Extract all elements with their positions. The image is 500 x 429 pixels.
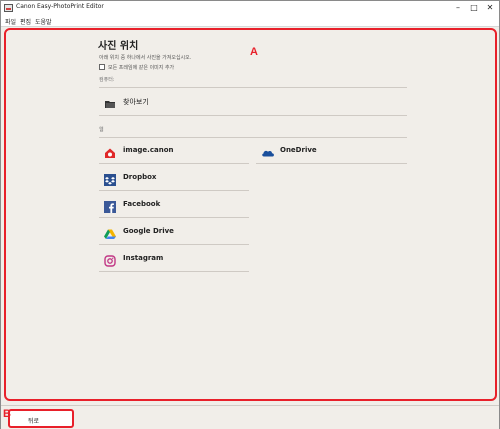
service-google-drive[interactable]: Google Drive bbox=[99, 221, 249, 243]
google-drive-icon bbox=[104, 225, 116, 239]
page-title: 사진 위치 bbox=[98, 41, 139, 52]
instagram-icon bbox=[104, 252, 116, 267]
service-onedrive[interactable]: OneDrive bbox=[256, 140, 407, 162]
app-icon bbox=[4, 4, 13, 12]
service-label: image.canon bbox=[123, 146, 174, 154]
divider bbox=[99, 163, 249, 164]
divider bbox=[99, 190, 249, 191]
close-icon[interactable]: ✕ bbox=[484, 2, 496, 14]
page-subtitle: 아래 위치 중 하나에서 사진을 가져오십시오. bbox=[99, 55, 192, 61]
divider bbox=[99, 271, 249, 272]
service-image-canon[interactable]: image.canon bbox=[99, 140, 249, 162]
folder-icon bbox=[104, 95, 116, 108]
service-label: OneDrive bbox=[280, 146, 317, 154]
footer-bar: B 뒤로 bbox=[1, 405, 499, 429]
same-image-label: 모든 프레임에 같은 이미지 추가 bbox=[108, 65, 175, 71]
onedrive-icon bbox=[261, 144, 274, 157]
browse-item[interactable]: 찾아보기 bbox=[99, 91, 407, 113]
photo-location-panel: A 사진 위치 아래 위치 중 하나에서 사진을 가져오십시오. 모든 프레임에… bbox=[4, 28, 497, 401]
menu-help[interactable]: 도움말 bbox=[35, 17, 52, 26]
browse-label: 찾아보기 bbox=[123, 98, 149, 106]
divider bbox=[99, 87, 407, 88]
service-dropbox[interactable]: Dropbox bbox=[99, 167, 249, 189]
dropbox-icon bbox=[104, 171, 116, 186]
service-facebook[interactable]: Facebook bbox=[99, 194, 249, 216]
callout-a: A bbox=[250, 46, 258, 58]
web-section-label: 웹 bbox=[99, 127, 104, 133]
window-title: Canon Easy-PhotoPrint Editor bbox=[16, 3, 104, 10]
computer-section-label: 컴퓨터: bbox=[99, 77, 115, 83]
facebook-icon bbox=[104, 198, 116, 213]
title-bar: Canon Easy-PhotoPrint Editor – □ ✕ bbox=[1, 1, 499, 16]
image-canon-icon bbox=[104, 144, 116, 158]
callout-b: B bbox=[3, 408, 11, 420]
divider bbox=[256, 163, 407, 164]
back-button[interactable]: 뒤로 bbox=[8, 409, 74, 428]
divider bbox=[99, 244, 249, 245]
menu-edit[interactable]: 편집 bbox=[20, 17, 31, 26]
service-label: Facebook bbox=[123, 200, 161, 208]
divider bbox=[99, 137, 407, 138]
service-label: Instagram bbox=[123, 254, 164, 262]
service-label: Dropbox bbox=[123, 173, 157, 181]
service-label: Google Drive bbox=[123, 227, 174, 235]
divider bbox=[99, 115, 407, 116]
menu-bar: 파일 편집 도움말 bbox=[1, 16, 499, 27]
back-button-label: 뒤로 bbox=[28, 418, 40, 425]
maximize-icon[interactable]: □ bbox=[468, 2, 480, 14]
menu-file[interactable]: 파일 bbox=[5, 17, 16, 26]
minimize-icon[interactable]: – bbox=[452, 2, 464, 14]
divider bbox=[99, 217, 249, 218]
same-image-checkbox[interactable] bbox=[99, 64, 105, 70]
service-instagram[interactable]: Instagram bbox=[99, 248, 249, 270]
app-window: Canon Easy-PhotoPrint Editor – □ ✕ 파일 편집… bbox=[0, 0, 500, 429]
